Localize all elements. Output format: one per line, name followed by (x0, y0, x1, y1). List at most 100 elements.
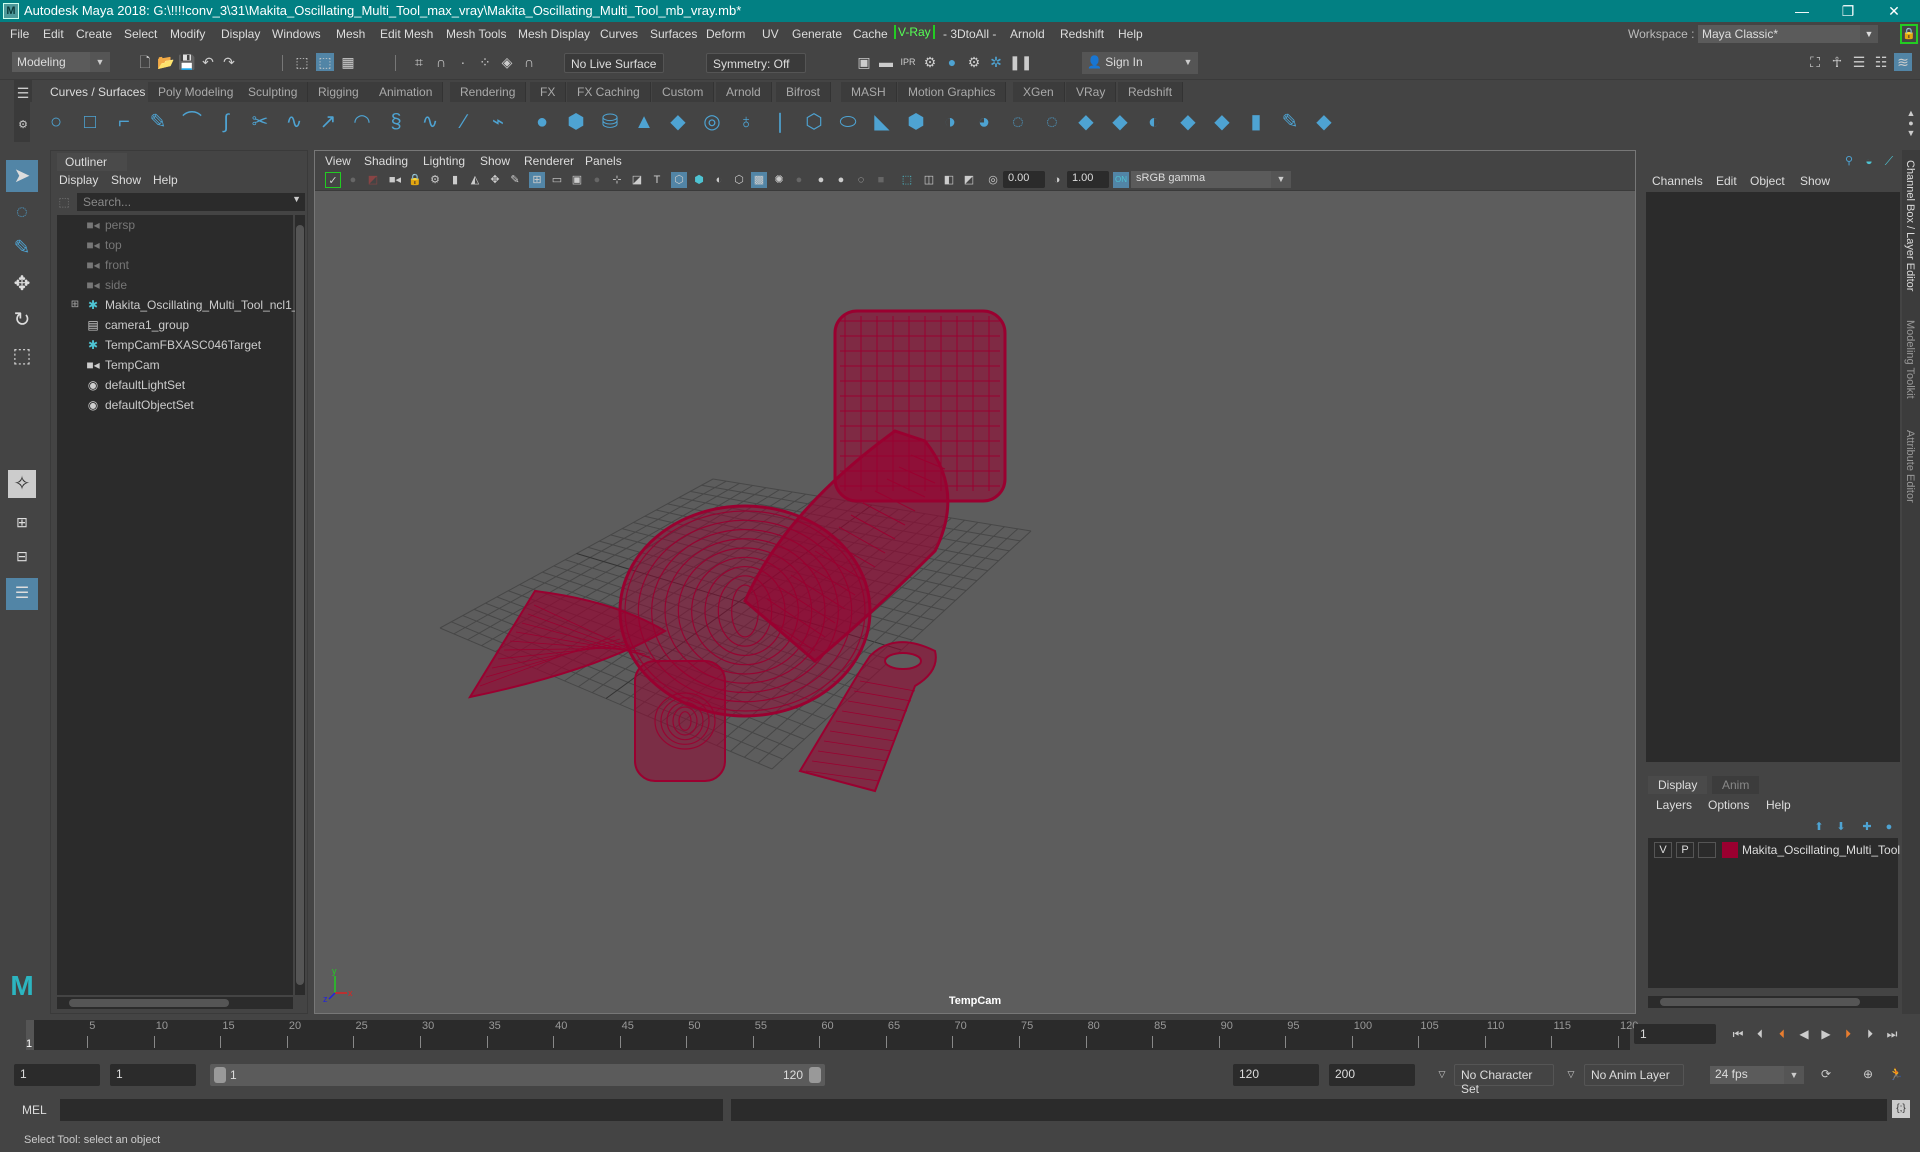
outliner-item[interactable]: ◉ defaultLightSet (57, 375, 293, 395)
workspace-dropdown[interactable]: Maya Classic* ▼ (1698, 25, 1878, 43)
range-start-handle[interactable] (214, 1067, 226, 1083)
edit-menu[interactable]: Edit (1716, 174, 1737, 188)
trim-tool-icon[interactable]: ◌ (1006, 110, 1030, 134)
redo-icon[interactable]: ↷ (220, 53, 238, 71)
default-material-icon[interactable]: ◐ (711, 172, 727, 188)
select-component-icon[interactable]: ▦ (339, 53, 357, 71)
birail-icon[interactable]: ◣ (870, 110, 894, 134)
outliner-horizontal-scrollbar[interactable] (57, 997, 293, 1009)
shelf-tab-fx-caching[interactable]: FX Caching (567, 82, 651, 102)
menu-create[interactable]: Create (76, 27, 112, 41)
hyperbolic-icon[interactable]: ⟋ (1880, 152, 1898, 170)
playback-start-field[interactable]: 1 (110, 1064, 196, 1086)
cv-curve-icon[interactable]: ⌐ (112, 110, 136, 134)
shelf-tab-fx[interactable]: FX (530, 82, 567, 102)
motion-blur-icon[interactable]: ● (833, 172, 849, 188)
bookmark-icon[interactable]: ▮ (447, 172, 463, 188)
offset-curve-icon[interactable]: ◠ (350, 110, 374, 134)
outliner-menu-display[interactable]: Display (59, 173, 98, 187)
intersect-icon[interactable]: ◐ (1142, 110, 1166, 134)
outliner-item[interactable]: ⊞ ✱ Makita_Oscillating_Multi_Tool_ncl1_1 (57, 295, 305, 315)
hypershade-icon[interactable]: ● (943, 53, 961, 71)
untrim-icon[interactable]: ◌ (1040, 110, 1064, 134)
workspace-lock-icon[interactable]: 🔒 (1900, 24, 1918, 44)
xray-active-icon[interactable]: ◧ (941, 172, 957, 188)
smooth-shade-icon[interactable]: ⬢ (691, 172, 707, 188)
menu-display[interactable]: Display (221, 27, 260, 41)
channels-menu[interactable]: Channels (1652, 174, 1703, 188)
menu-mesh-tools[interactable]: Mesh Tools (446, 27, 506, 41)
menu-help[interactable]: Help (1118, 27, 1143, 41)
bevel-plus-icon[interactable]: ◕ (972, 110, 996, 134)
nurbs-square-icon[interactable]: □ (78, 110, 102, 134)
shelf-tab-animation[interactable]: Animation (369, 82, 444, 102)
modeling-toolkit-icon[interactable]: ⛶ (1806, 53, 1824, 71)
two-panel-layout-icon[interactable]: ⊟ (6, 540, 38, 572)
menu-vray[interactable]: V-Ray (894, 25, 935, 39)
character-set-menu-icon[interactable]: ▽ (1434, 1066, 1450, 1082)
xray-joints-icon[interactable]: ◫ (921, 172, 937, 188)
tab-modeling-toolkit[interactable]: Modeling Toolkit (1904, 320, 1916, 399)
new-scene-icon[interactable]: 🗋 (136, 53, 154, 71)
menu-redshift[interactable]: Redshift (1060, 27, 1104, 41)
loft-icon[interactable]: ❘ (768, 110, 792, 134)
viewport-menu-shading[interactable]: Shading (364, 154, 408, 168)
layer-tab-display[interactable]: Display (1648, 776, 1708, 794)
layer-color-swatch[interactable] (1722, 842, 1738, 858)
move-layer-up-icon[interactable]: ⬆ (1810, 818, 1828, 836)
loop-icon[interactable]: ⟳ (1818, 1066, 1834, 1082)
outliner-item[interactable]: ■◂ persp (57, 215, 293, 235)
step-forward-key-icon[interactable]: ⏵ (1862, 1026, 1878, 1042)
nurbs-cylinder-icon[interactable]: ⛁ (598, 110, 622, 134)
square-surface-icon[interactable]: ◑ (938, 110, 962, 134)
nurbs-plane-icon[interactable]: ◆ (666, 110, 690, 134)
outliner-item[interactable]: ■◂ TempCam (57, 355, 293, 375)
menu-mesh-display[interactable]: Mesh Display (518, 27, 590, 41)
spindle-wireframe[interactable] (634, 660, 726, 782)
film-gate-icon[interactable]: ▭ (549, 172, 565, 188)
viewport-menu-renderer[interactable]: Renderer (524, 154, 574, 168)
grid-icon[interactable]: ⊞ (529, 172, 545, 188)
new-layer-from-selected-icon[interactable]: ● (1880, 818, 1898, 836)
grease-pencil-icon[interactable]: ✎ (507, 172, 523, 188)
color-space-dropdown[interactable]: sRGB gamma ▼ (1131, 171, 1291, 188)
range-slider[interactable]: 1 120 (210, 1064, 825, 1086)
vray-toggle-icon[interactable]: ✓ (325, 172, 341, 188)
shelf-tab-custom[interactable]: Custom (652, 82, 715, 102)
character-set-field[interactable]: No Character Set (1454, 1064, 1554, 1096)
smooth-curve-icon[interactable]: ⌁ (486, 110, 510, 134)
command-input[interactable] (60, 1099, 723, 1121)
auto-key-icon[interactable]: ⊕ (1860, 1066, 1876, 1082)
shelf-tab-arnold[interactable]: Arnold (716, 82, 772, 102)
select-camera-disabled-icon[interactable]: ◩ (365, 172, 381, 188)
time-slider-track[interactable]: 1 5 10 15 20 25 30 35 40 45 50 55 60 65 70 75 80 85 90 95 1… (26, 1020, 1638, 1050)
outliner-item[interactable]: ▤ camera1_group (57, 315, 293, 335)
attribute-editor-icon[interactable]: ☰ (1850, 53, 1868, 71)
viewport-menu-panels[interactable]: Panels (585, 154, 622, 168)
new-layer-icon[interactable]: ✚ (1858, 818, 1876, 836)
shelf-tab-mash[interactable]: MASH (841, 82, 897, 102)
save-scene-icon[interactable]: 💾 (178, 53, 196, 71)
menu-modify[interactable]: Modify (170, 27, 205, 41)
boundary-icon[interactable]: ⬢ (904, 110, 928, 134)
shelf-tab-curves-surfaces[interactable]: Curves / Surfaces (40, 82, 157, 102)
four-view-layout-icon[interactable]: ⊞ (6, 506, 38, 538)
help-menu[interactable]: Help (1766, 798, 1791, 812)
play-forward-icon[interactable]: ▶ (1818, 1026, 1834, 1042)
menu-edit-mesh[interactable]: Edit Mesh (380, 27, 433, 41)
layer-horizontal-scrollbar[interactable] (1648, 996, 1898, 1008)
gate-mask-icon[interactable]: ● (589, 172, 605, 188)
shelf-scroll-down-icon[interactable]: ▼ (1902, 124, 1920, 142)
channel-box-area[interactable] (1646, 192, 1900, 762)
menu-select[interactable]: Select (124, 27, 157, 41)
layer-playback-toggle[interactable]: P (1676, 842, 1694, 858)
wireframe-on-shaded-icon[interactable]: ⬡ (731, 172, 747, 188)
image-plane-icon[interactable]: ◭ (467, 172, 483, 188)
ipr-render-icon[interactable]: IPR (899, 53, 917, 71)
mode-dropdown[interactable]: Modeling ▼ (12, 52, 110, 72)
nurbs-cube-icon[interactable]: ⬢ (564, 110, 588, 134)
close-button[interactable]: ✕ (1872, 0, 1916, 22)
current-frame-field[interactable]: 1 (1634, 1024, 1716, 1044)
select-object-icon[interactable]: ⬚ (316, 53, 334, 71)
viewport-menu-view[interactable]: View (325, 154, 351, 168)
